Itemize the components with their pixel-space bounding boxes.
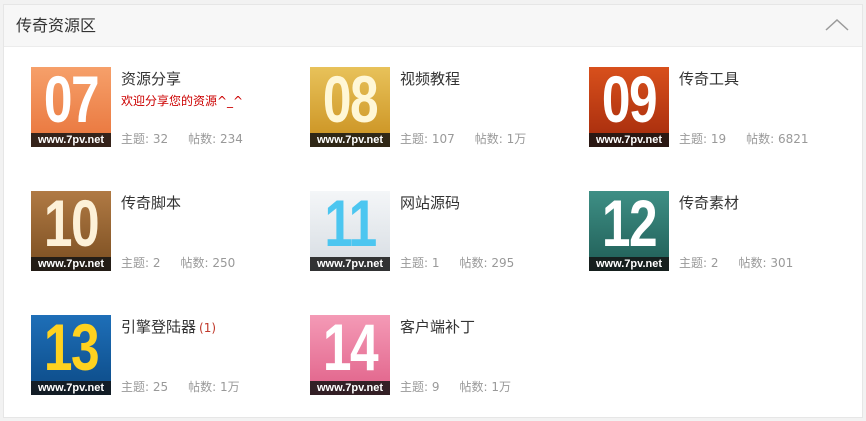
topics-label: 主题:	[400, 256, 429, 270]
forum-icon[interactable]: 07 www.7pv.net	[31, 67, 111, 147]
topics-label: 主题:	[400, 132, 429, 146]
posts-count: 295	[491, 256, 515, 270]
forum-icon[interactable]: 12 www.7pv.net	[589, 191, 669, 271]
topics-label: 主题:	[121, 380, 150, 394]
forum-icon[interactable]: 11 www.7pv.net	[310, 191, 390, 271]
forum-new-count: (1)	[199, 321, 217, 335]
forum-stats: 主题: 2 帖数: 250	[121, 255, 235, 271]
chevron-up-icon[interactable]	[824, 14, 850, 36]
forum-name-link[interactable]: 传奇工具	[679, 69, 739, 89]
posts-label: 帖数:	[738, 256, 767, 270]
forum-name-link[interactable]: 视频教程	[400, 69, 460, 89]
posts-count: 1万	[506, 132, 527, 146]
posts-label: 帖数:	[746, 132, 775, 146]
forum-name: 网站源码	[400, 194, 461, 212]
forum-name-link[interactable]: 传奇脚本	[121, 193, 181, 213]
forum-stats: 主题: 1 帖数: 295	[400, 255, 514, 271]
posts-count: 1万	[220, 380, 240, 394]
forum-stats: 主题: 107 帖数: 1万	[400, 131, 526, 147]
forum-icon-number: 08	[322, 67, 379, 136]
posts-label: 帖数:	[459, 380, 488, 394]
forum-icon-number: 12	[601, 191, 658, 260]
forum-icon-number: 09	[601, 67, 658, 136]
forum-item: 07 www.7pv.net 资源分享 欢迎分享您的资源^_^ 主题: 32 帖数…	[31, 67, 291, 149]
topics-count: 19	[710, 132, 727, 146]
panel-title: 传奇资源区	[16, 16, 97, 35]
forum-icon-site: www.7pv.net	[589, 133, 669, 147]
panel-header: 传奇资源区	[4, 5, 862, 47]
topics-count: 2	[710, 256, 719, 270]
forum-icon[interactable]: 10 www.7pv.net	[31, 191, 111, 271]
forum-name-link[interactable]: 引擎登陆器 (1)	[121, 317, 216, 338]
forum-icon[interactable]: 13 www.7pv.net	[31, 315, 111, 395]
topics-count: 107	[431, 132, 455, 146]
topics-count: 25	[152, 380, 169, 394]
topics-count: 32	[152, 132, 169, 146]
forum-icon[interactable]: 08 www.7pv.net	[310, 67, 390, 147]
posts-label: 帖数:	[459, 256, 488, 270]
forum-item: 08 www.7pv.net 视频教程 主题: 107 帖数: 1万	[310, 67, 570, 149]
topics-count: 9	[431, 380, 440, 394]
forum-name-link[interactable]: 传奇素材	[679, 193, 739, 213]
topics-label: 主题:	[121, 132, 150, 146]
forum-item: 12 www.7pv.net 传奇素材 主题: 2 帖数: 301	[589, 191, 849, 273]
posts-count: 6821	[778, 132, 809, 146]
forum-name-link[interactable]: 资源分享	[121, 69, 181, 89]
posts-label: 帖数:	[180, 256, 209, 270]
forum-name-link[interactable]: 网站源码	[400, 193, 460, 213]
topics-label: 主题:	[400, 380, 429, 394]
forum-name: 传奇素材	[679, 194, 740, 212]
forum-name: 传奇脚本	[121, 194, 182, 212]
posts-label: 帖数:	[188, 380, 217, 394]
posts-count: 250	[212, 256, 236, 270]
forum-item: 10 www.7pv.net 传奇脚本 主题: 2 帖数: 250	[31, 191, 291, 273]
forum-name: 引擎登陆器	[121, 318, 197, 336]
topics-count: 1	[431, 256, 440, 270]
posts-count: 301	[770, 256, 794, 270]
forum-icon-number: 07	[43, 67, 100, 136]
forum-icon[interactable]: 14 www.7pv.net	[310, 315, 390, 395]
topics-count: 2	[152, 256, 161, 270]
forum-stats: 主题: 9 帖数: 1万	[400, 379, 511, 395]
forum-description: 欢迎分享您的资源^_^	[121, 94, 244, 108]
forum-icon-number: 11	[324, 191, 377, 260]
forum-icon-site: www.7pv.net	[310, 381, 390, 395]
forum-icon-site: www.7pv.net	[31, 257, 111, 271]
forum-stats: 主题: 32 帖数: 234	[121, 131, 243, 147]
forum-icon[interactable]: 09 www.7pv.net	[589, 67, 669, 147]
forum-name: 客户端补丁	[400, 318, 476, 336]
forum-icon-site: www.7pv.net	[310, 133, 390, 147]
topics-label: 主题:	[679, 132, 708, 146]
forum-item: 13 www.7pv.net 引擎登陆器 (1) 主题: 25 帖数: 1万	[31, 315, 291, 397]
posts-count: 1万	[491, 380, 512, 394]
forum-item: 09 www.7pv.net 传奇工具 主题: 19 帖数: 6821	[589, 67, 849, 149]
forum-stats: 主题: 25 帖数: 1万	[121, 379, 240, 395]
forum-icon-site: www.7pv.net	[31, 133, 111, 147]
forum-name: 资源分享	[121, 70, 182, 88]
posts-label: 帖数:	[188, 132, 217, 146]
forum-icon-site: www.7pv.net	[589, 257, 669, 271]
forum-icon-site: www.7pv.net	[31, 381, 111, 395]
resource-panel: 传奇资源区 07 www.7pv.net 资源分享 欢迎分享您的资源^_^ 主题…	[3, 4, 863, 418]
topics-label: 主题:	[121, 256, 150, 270]
topics-label: 主题:	[679, 256, 708, 270]
forum-name-link[interactable]: 客户端补丁	[400, 317, 475, 337]
forum-item: 14 www.7pv.net 客户端补丁 主题: 9 帖数: 1万	[310, 315, 570, 397]
forum-icon-site: www.7pv.net	[310, 257, 390, 271]
posts-label: 帖数:	[474, 132, 503, 146]
forum-stats: 主题: 2 帖数: 301	[679, 255, 793, 271]
posts-count: 234	[220, 132, 243, 146]
forum-item: 11 www.7pv.net 网站源码 主题: 1 帖数: 295	[310, 191, 570, 273]
forum-icon-number: 14	[322, 315, 379, 384]
forum-stats: 主题: 19 帖数: 6821	[679, 131, 809, 147]
forum-name: 视频教程	[400, 70, 461, 88]
forum-icon-number: 10	[43, 191, 100, 260]
forum-name: 传奇工具	[679, 70, 740, 88]
forum-icon-number: 13	[43, 315, 100, 384]
